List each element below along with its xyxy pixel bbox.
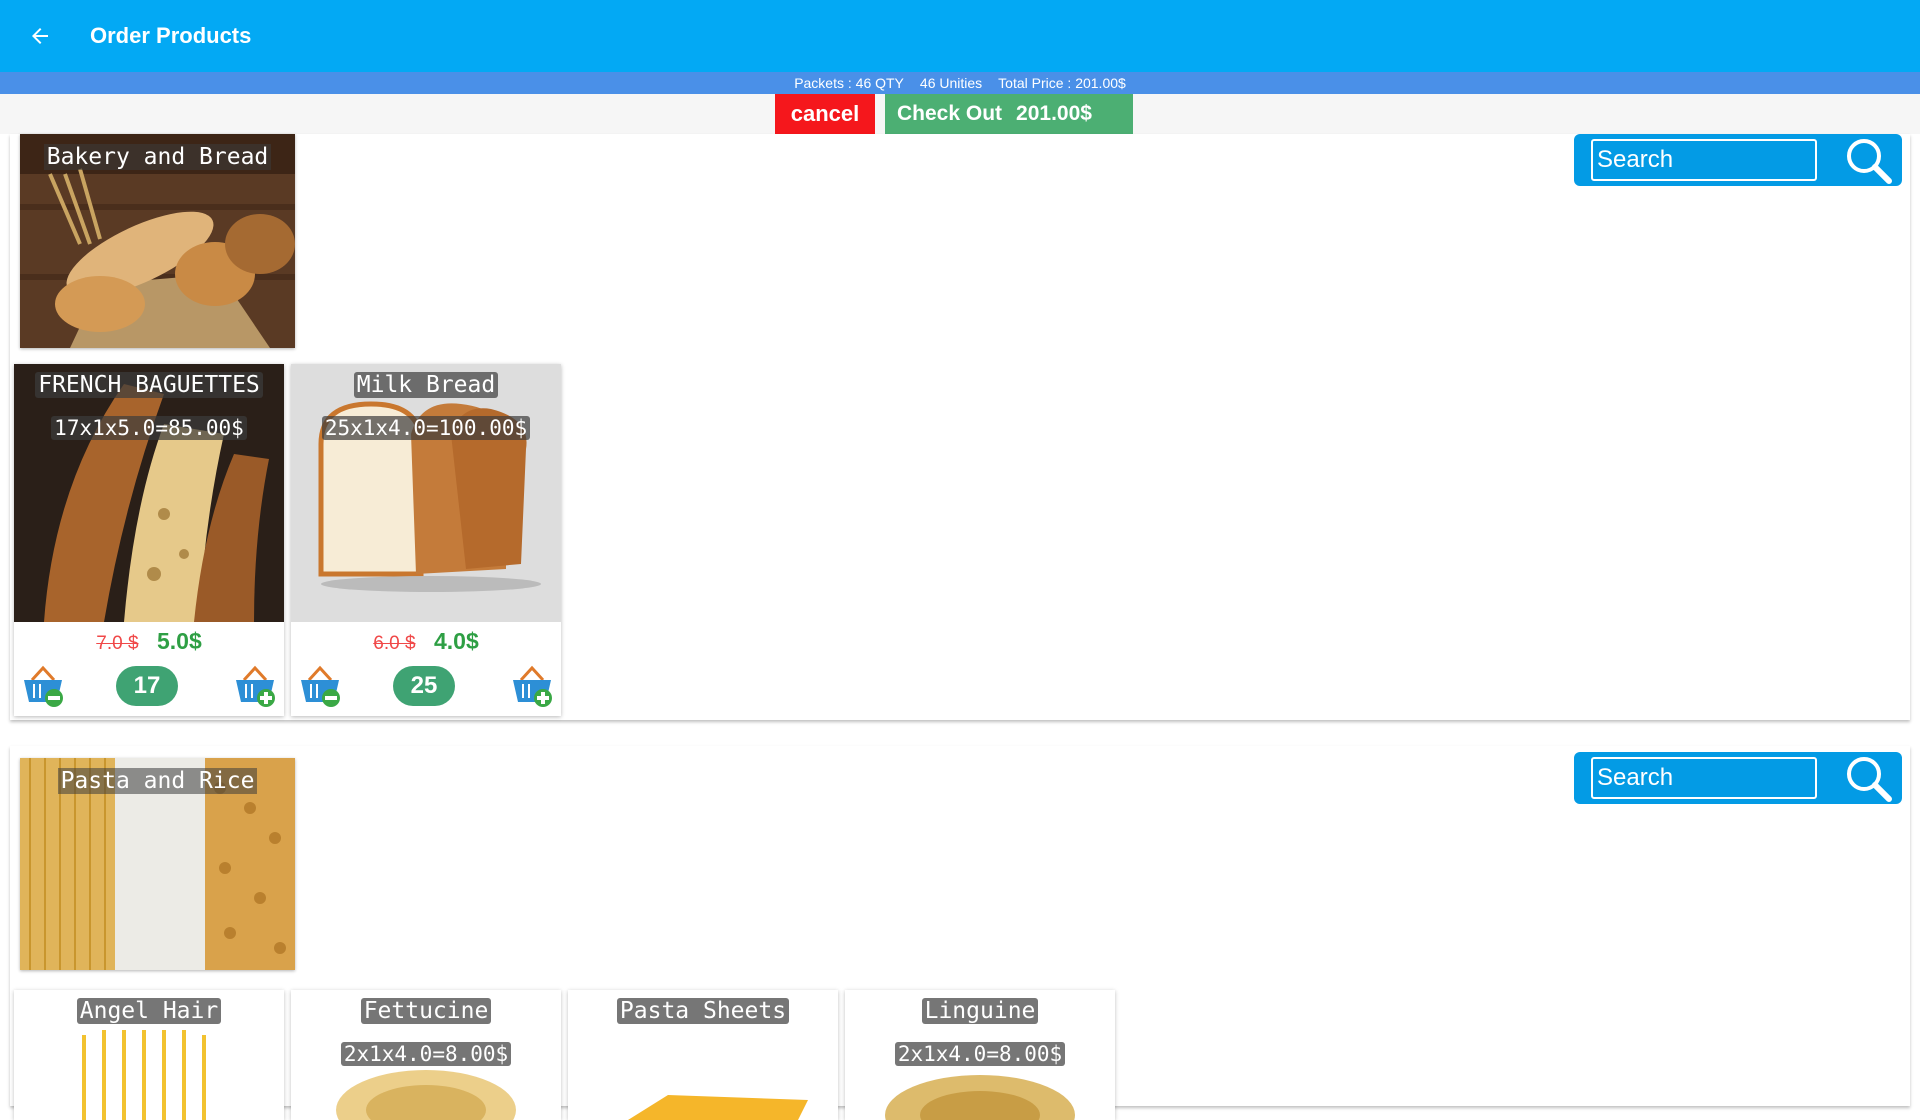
- category-name: Pasta and Rice: [57, 768, 258, 794]
- quantity-badge: 25: [393, 666, 455, 706]
- product-calc: 2x1x4.0=8.00$: [894, 1042, 1066, 1066]
- category-section-pasta: Pasta and Rice Angel Hair Fettucine: [10, 746, 1910, 1120]
- action-row: cancel Check Out 201.00$: [0, 94, 1920, 134]
- old-price: 7.0 $: [96, 633, 139, 654]
- product-card[interactable]: Linguine 2x1x4.0=8.00$: [845, 990, 1115, 1120]
- product-calc: 17x1x5.0=85.00$: [51, 416, 247, 440]
- checkout-label: Check Out: [897, 102, 1003, 125]
- basket-remove-icon[interactable]: [20, 664, 66, 708]
- page-title: Order Products: [90, 23, 252, 48]
- basket-remove-icon[interactable]: [297, 664, 343, 708]
- new-price: 5.0$: [156, 628, 202, 654]
- product-card[interactable]: Milk Bread 25x1x4.0=100.00$ 6.0 $ 4.0$ 2…: [291, 364, 561, 716]
- new-price: 4.0$: [433, 628, 479, 654]
- product-card[interactable]: Pasta Sheets: [568, 990, 838, 1120]
- category-tile-pasta[interactable]: Pasta and Rice: [20, 758, 295, 970]
- product-name: Linguine: [921, 998, 1039, 1024]
- product-name: FRENCH BAGUETTES: [35, 372, 263, 398]
- product-name: Angel Hair: [76, 998, 222, 1024]
- checkout-total: 201.00$: [1016, 102, 1092, 125]
- product-calc: 25x1x4.0=100.00$: [321, 416, 531, 440]
- basket-add-icon[interactable]: [509, 664, 555, 708]
- old-price: 6.0 $: [373, 633, 416, 654]
- product-name: Pasta Sheets: [616, 998, 790, 1024]
- product-card[interactable]: FRENCH BAGUETTES 17x1x5.0=85.00$ 7.0 $ 5…: [14, 364, 284, 716]
- back-button[interactable]: [0, 0, 80, 72]
- arrow-back-icon: [32, 28, 48, 44]
- search-box: [1574, 134, 1902, 186]
- product-name: Fettucine: [360, 998, 492, 1024]
- search-input[interactable]: [1591, 139, 1817, 181]
- app-bar: Order Products: [0, 0, 1920, 72]
- cancel-button[interactable]: cancel: [775, 94, 875, 134]
- category-section-bakery: Bakery and Bread FRENCH BAGUETTES 17x1x5…: [10, 134, 1910, 720]
- search-input[interactable]: [1591, 757, 1817, 799]
- category-tile-bakery[interactable]: Bakery and Bread: [20, 134, 295, 348]
- packets-count: Packets : 46 QTY: [794, 75, 904, 91]
- product-card[interactable]: Angel Hair: [14, 990, 284, 1120]
- total-price: Total Price : 201.00$: [998, 75, 1126, 91]
- order-summary-bar: Packets : 46 QTY 46 Unities Total Price …: [0, 72, 1920, 94]
- unities-count: 46 Unities: [919, 75, 983, 91]
- quantity-badge: 17: [116, 666, 178, 706]
- checkout-button[interactable]: Check Out 201.00$: [885, 94, 1133, 134]
- product-card[interactable]: Fettucine 2x1x4.0=8.00$: [291, 990, 561, 1120]
- product-calc: 2x1x4.0=8.00$: [340, 1042, 512, 1066]
- milk-bread-image: [291, 364, 561, 622]
- search-icon[interactable]: [1844, 136, 1894, 184]
- baguette-image: [14, 364, 284, 622]
- category-name: Bakery and Bread: [43, 144, 272, 170]
- search-icon[interactable]: [1844, 754, 1894, 802]
- product-name: Milk Bread: [353, 372, 499, 398]
- basket-add-icon[interactable]: [232, 664, 278, 708]
- search-box: [1574, 752, 1902, 804]
